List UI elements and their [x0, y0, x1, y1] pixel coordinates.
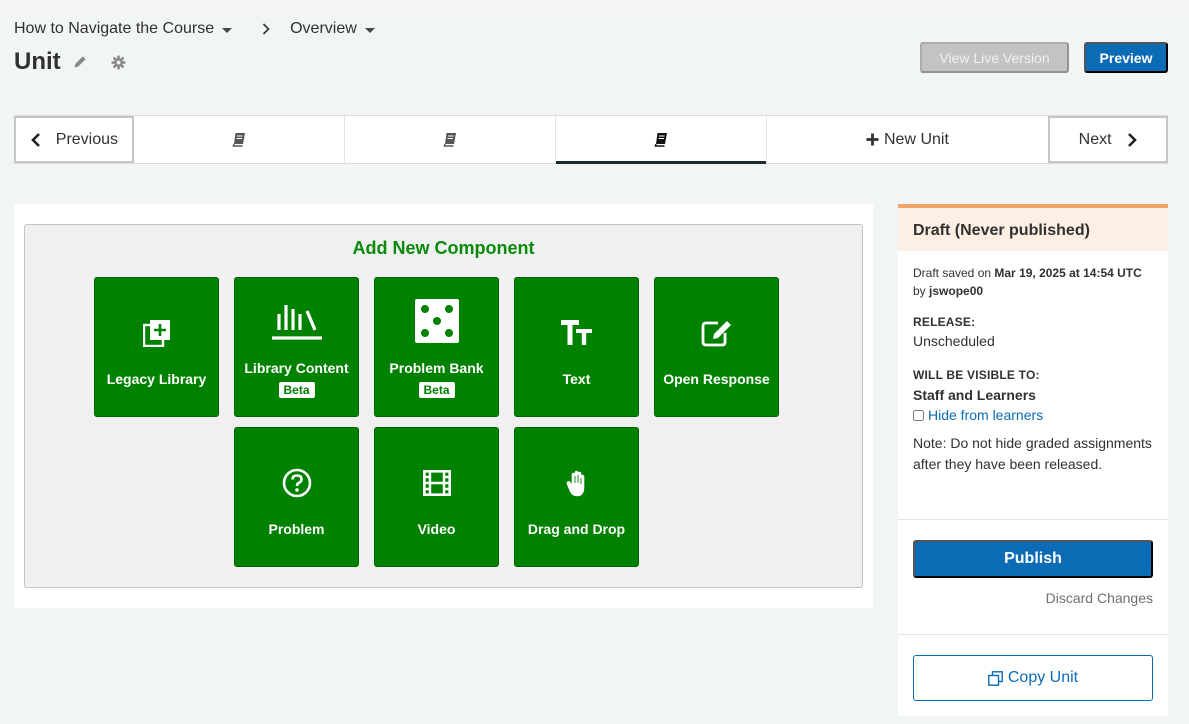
- pencil-icon: [74, 56, 86, 68]
- new-unit-label: New Unit: [884, 130, 949, 148]
- saved-prefix: Draft saved on: [913, 266, 992, 280]
- draft-saved-info: Draft saved on Mar 19, 2025 at 14:54 UTC…: [913, 264, 1153, 300]
- sequence-tab-3-active[interactable]: [555, 116, 766, 164]
- open-response-button[interactable]: Open Response: [654, 277, 779, 417]
- add-component-title: Add New Component: [352, 238, 535, 258]
- edit-square-icon: [701, 321, 731, 347]
- library-books-icon: [271, 305, 322, 340]
- library-content-button[interactable]: Library Content Beta: [234, 277, 359, 417]
- unit-content-card: Add New Component Legacy Library Library…: [14, 204, 873, 608]
- copy-unit-button[interactable]: Copy Unit: [913, 655, 1153, 701]
- dice-icon: [414, 299, 459, 343]
- book-icon: [654, 133, 667, 147]
- breadcrumb-section[interactable]: How to Navigate the Course: [14, 20, 233, 38]
- component-label: Library Content: [244, 360, 349, 376]
- component-label: Video: [417, 521, 456, 537]
- hide-from-learners-checkbox[interactable]: [913, 409, 924, 421]
- unit-title-row: Unit: [14, 48, 126, 76]
- book-icon: [443, 133, 457, 147]
- component-label: Open Response: [663, 371, 770, 387]
- book-icon: [232, 133, 246, 147]
- hide-from-learners-row[interactable]: Hide from learners: [913, 407, 1153, 423]
- new-unit-button[interactable]: New Unit: [765, 116, 1049, 163]
- publish-button[interactable]: Publish: [913, 540, 1153, 578]
- help-circle-icon: [282, 468, 311, 498]
- film-icon: [422, 470, 451, 496]
- status-details: Draft saved on Mar 19, 2025 at 14:54 UTC…: [898, 251, 1168, 475]
- view-live-version-button[interactable]: View Live Version: [920, 42, 1069, 73]
- beta-badge: Beta: [278, 382, 315, 398]
- breadcrumb-subsection-label: Overview: [290, 20, 357, 37]
- copy-icon: [987, 670, 1003, 686]
- next-label: Next: [1078, 130, 1112, 148]
- author-name: jswope00: [929, 284, 984, 298]
- unit-settings-button[interactable]: [111, 54, 126, 70]
- by-prefix: by: [913, 284, 926, 298]
- breadcrumb-section-label: How to Navigate the Course: [14, 20, 215, 37]
- divider: [898, 634, 1168, 635]
- breadcrumb-subsection[interactable]: Overview: [290, 20, 375, 38]
- component-label: Problem Bank: [389, 360, 484, 376]
- breadcrumb: How to Navigate the Course Overview: [14, 18, 375, 40]
- sequence-tab-2[interactable]: [344, 116, 556, 163]
- saved-date: Mar 19, 2025 at 14:54 UTC: [994, 266, 1142, 280]
- discard-changes-link[interactable]: Discard Changes: [1046, 590, 1153, 606]
- legacy-library-button[interactable]: Legacy Library: [94, 277, 219, 417]
- chevron-right-icon: [262, 23, 270, 35]
- visibility-value: Staff and Learners: [913, 387, 1036, 403]
- component-label: Problem: [268, 521, 325, 537]
- text-format-icon: [560, 320, 592, 345]
- problem-component-button[interactable]: Problem: [234, 427, 359, 567]
- chevron-right-icon: [1127, 132, 1137, 147]
- caret-down-icon: [364, 27, 375, 33]
- video-component-button[interactable]: Video: [374, 427, 499, 567]
- previous-button[interactable]: Previous: [14, 116, 134, 163]
- release-label: RELEASE:: [913, 315, 976, 329]
- visibility-label: WILL BE VISIBLE TO:: [913, 368, 1040, 382]
- copy-unit-label: Copy Unit: [1007, 669, 1079, 686]
- sequence-navigation: Previous New Unit Next: [14, 115, 1168, 164]
- beta-badge: Beta: [418, 382, 455, 398]
- publish-status-sidebar: Draft (Never published) Draft saved on M…: [898, 204, 1168, 716]
- draft-status-heading: Draft (Never published): [898, 204, 1168, 251]
- caret-down-icon: [222, 27, 233, 33]
- preview-button[interactable]: Preview: [1084, 42, 1168, 73]
- release-value: Unscheduled: [913, 333, 995, 349]
- sequence-tab-1[interactable]: [133, 116, 345, 163]
- text-component-button[interactable]: Text: [514, 277, 639, 417]
- divider: [898, 519, 1168, 520]
- page-title: Unit: [14, 48, 61, 75]
- top-band: [0, 0, 1189, 14]
- previous-label: Previous: [55, 130, 119, 148]
- add-new-component-panel: Add New Component Legacy Library Library…: [24, 224, 863, 588]
- library-add-icon: [142, 320, 170, 347]
- component-label: Drag and Drop: [527, 521, 626, 537]
- chevron-left-icon: [30, 132, 40, 147]
- gear-icon: [111, 54, 126, 70]
- next-button[interactable]: Next: [1048, 116, 1168, 163]
- hide-from-learners-label[interactable]: Hide from learners: [928, 407, 1043, 423]
- drag-and-drop-button[interactable]: Drag and Drop: [514, 427, 639, 567]
- component-label: Text: [562, 371, 591, 387]
- grading-note: Note: Do not hide graded assignments aft…: [913, 435, 1152, 472]
- edit-title-button[interactable]: [73, 55, 87, 69]
- hand-icon: [566, 470, 584, 497]
- problem-bank-button[interactable]: Problem Bank Beta: [374, 277, 499, 417]
- plus-icon: [866, 133, 879, 146]
- component-label: Legacy Library: [106, 371, 207, 387]
